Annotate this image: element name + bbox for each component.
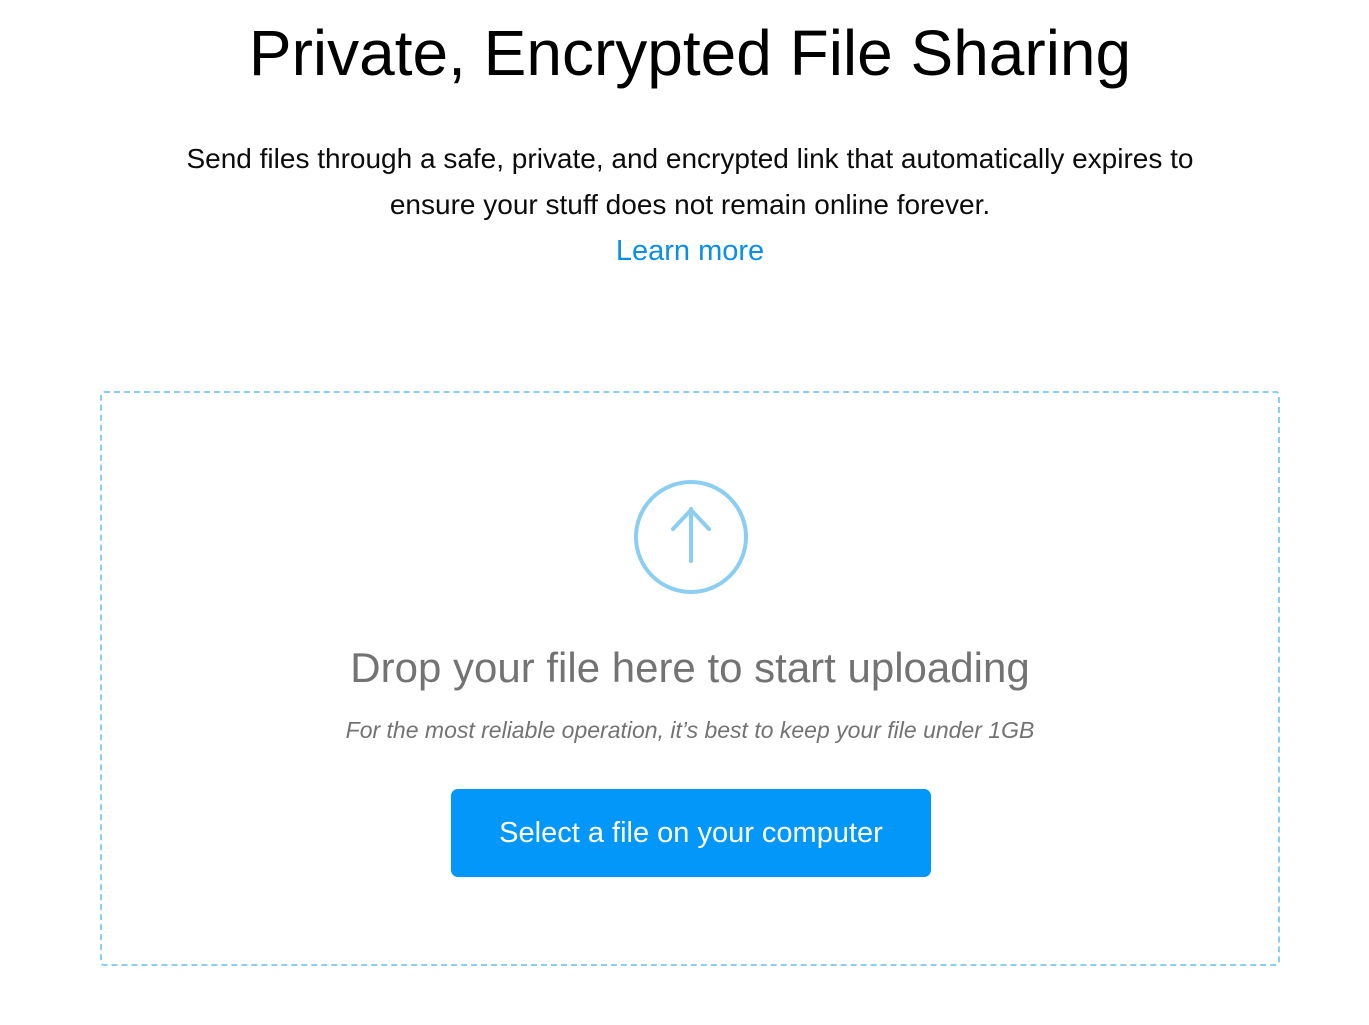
upload-arrow-icon [634, 480, 748, 594]
drop-heading: Drop your file here to start uploading [350, 644, 1030, 691]
page-title: Private, Encrypted File Sharing [248, 17, 1132, 89]
upload-drop-zone[interactable]: Drop your file here to start uploading F… [100, 391, 1280, 966]
intro-description: Send files through a safe, private, and … [186, 143, 1194, 220]
select-file-button[interactable]: Select a file on your computer [451, 789, 931, 877]
file-size-note: For the most reliable operation, it’s be… [345, 717, 1035, 743]
intro: Send files through a safe, private, and … [0, 136, 1369, 274]
learn-more-link[interactable]: Learn more [616, 228, 764, 274]
